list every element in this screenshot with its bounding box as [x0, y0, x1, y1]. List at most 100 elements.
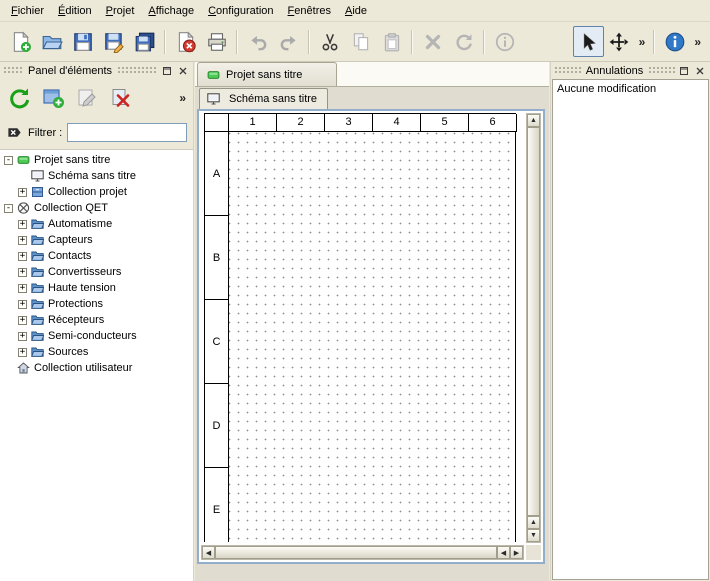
- move-mode-button[interactable]: [604, 26, 635, 57]
- vertical-scrollbar[interactable]: ▲ ▲ ▼: [526, 113, 541, 543]
- paste-icon: [381, 31, 403, 53]
- undo-history-list[interactable]: Aucune modification: [552, 79, 709, 580]
- tree-item-protections[interactable]: + Protections: [0, 296, 193, 312]
- edit-element-button[interactable]: [71, 82, 103, 114]
- scroll-down-button[interactable]: ▼: [527, 529, 540, 542]
- clear-filter-icon[interactable]: [6, 124, 23, 141]
- expand-expander-icon[interactable]: +: [18, 220, 27, 229]
- menu-edition[interactable]: Édition: [51, 2, 99, 20]
- reload-collections-button[interactable]: [3, 82, 35, 114]
- close-dock-button[interactable]: [692, 64, 707, 78]
- scroll-left-button[interactable]: ◀: [497, 546, 510, 559]
- close-dock-button[interactable]: [175, 64, 190, 78]
- save-as-button[interactable]: [98, 26, 129, 57]
- tree-item-automatisme[interactable]: + Automatisme: [0, 216, 193, 232]
- expand-expander-icon[interactable]: +: [18, 188, 27, 197]
- print-button[interactable]: [201, 26, 232, 57]
- menu-affichage[interactable]: Affichage: [141, 2, 201, 20]
- expand-expander-icon[interactable]: +: [18, 300, 27, 309]
- close-project-button[interactable]: [170, 26, 201, 57]
- info-button[interactable]: [489, 26, 520, 57]
- expand-expander-icon[interactable]: +: [18, 268, 27, 277]
- tree-item-contacts[interactable]: + Contacts: [0, 248, 193, 264]
- menu-fenetres[interactable]: Fenêtres: [281, 2, 338, 20]
- column-header: 1: [229, 114, 277, 132]
- save-icon: [72, 31, 94, 53]
- scroll-up-button[interactable]: ▲: [527, 114, 540, 127]
- scroll-up-button[interactable]: ▲: [527, 516, 540, 529]
- undo-empty-text: Aucune modification: [557, 83, 656, 95]
- qet-collection-icon: [17, 202, 30, 214]
- tree-item-sources[interactable]: + Sources: [0, 344, 193, 360]
- expand-expander-icon[interactable]: +: [18, 316, 27, 325]
- copy-button[interactable]: [345, 26, 376, 57]
- collapse-expander-icon[interactable]: -: [4, 156, 13, 165]
- new-project-button[interactable]: [5, 26, 36, 57]
- redo-button[interactable]: [273, 26, 304, 57]
- cut-button[interactable]: [314, 26, 345, 57]
- tree-item-label: Protections: [48, 298, 103, 310]
- toolbar-extension-button[interactable]: »: [690, 35, 705, 49]
- tree-item-semi-conducteurs[interactable]: + Semi-conducteurs: [0, 328, 193, 344]
- tree-item-project[interactable]: - Projet sans titre: [0, 152, 193, 168]
- new-element-button[interactable]: [37, 82, 69, 114]
- save-button[interactable]: [67, 26, 98, 57]
- rotate-button[interactable]: [448, 26, 479, 57]
- expand-expander-icon[interactable]: +: [18, 236, 27, 245]
- dock-titlebar[interactable]: Panel d'éléments: [0, 62, 193, 79]
- open-project-button[interactable]: [36, 26, 67, 57]
- horizontal-scroll-thumb[interactable]: [215, 546, 497, 559]
- delete-button[interactable]: [417, 26, 448, 57]
- collapse-expander-icon[interactable]: -: [4, 204, 13, 213]
- tree-item-haute-tension[interactable]: + Haute tension: [0, 280, 193, 296]
- horizontal-scrollbar[interactable]: ◀ ◀ ▶: [201, 545, 524, 560]
- mdi-area: Projet sans titre Schéma sans titre 1 2: [195, 62, 549, 581]
- scroll-left-button[interactable]: ◀: [202, 546, 215, 559]
- filter-input[interactable]: [67, 123, 187, 142]
- expand-expander-icon[interactable]: +: [18, 284, 27, 293]
- schema-view: 1 2 3 4 5 6 A B C D E: [197, 109, 545, 564]
- about-button[interactable]: [659, 26, 690, 57]
- float-dock-button[interactable]: [676, 64, 691, 78]
- tree-item-label: Haute tension: [48, 282, 116, 294]
- column-header: 3: [325, 114, 373, 132]
- tab-projet-sans-titre[interactable]: Projet sans titre: [197, 62, 337, 86]
- tree-item-convertisseurs[interactable]: + Convertisseurs: [0, 264, 193, 280]
- undo-button[interactable]: [242, 26, 273, 57]
- tree-item-capteurs[interactable]: + Capteurs: [0, 232, 193, 248]
- project-view: Schéma sans titre 1 2 3 4 5 6: [195, 87, 549, 581]
- dock-titlebar[interactable]: Annulations: [551, 62, 710, 79]
- menu-projet[interactable]: Projet: [99, 2, 142, 20]
- tree-item-recepteurs[interactable]: + Récepteurs: [0, 312, 193, 328]
- menu-aide[interactable]: Aide: [338, 2, 374, 20]
- elements-panel-dock: Panel d'éléments » Filtrer : - Projet sa…: [0, 62, 194, 581]
- delete-element-button[interactable]: [105, 82, 137, 114]
- toolbar-extension-button[interactable]: »: [635, 35, 650, 49]
- refresh-icon: [7, 86, 31, 110]
- vertical-scroll-thumb[interactable]: [527, 127, 540, 516]
- paste-button[interactable]: [376, 26, 407, 57]
- tree-item-label: Collection utilisateur: [34, 362, 132, 374]
- diagram-canvas[interactable]: 1 2 3 4 5 6 A B C D E: [204, 113, 516, 542]
- select-mode-button[interactable]: [573, 26, 604, 57]
- tab-schema-sans-titre[interactable]: Schéma sans titre: [199, 88, 328, 109]
- column-header: 5: [421, 114, 469, 132]
- dock-grip: [3, 66, 23, 75]
- float-dock-button[interactable]: [159, 64, 174, 78]
- panel-toolbar-extension-button[interactable]: »: [175, 91, 190, 105]
- tree-item-collection-utilisateur[interactable]: Collection utilisateur: [0, 360, 193, 376]
- tree-item-collection-projet[interactable]: + Collection projet: [0, 184, 193, 200]
- toolbar-separator: [164, 30, 166, 54]
- elements-tree[interactable]: - Projet sans titre Schéma sans titre + …: [0, 149, 193, 581]
- menu-fichier[interactable]: Fichier: [4, 2, 51, 20]
- toolbar-separator: [411, 30, 413, 54]
- menu-configuration[interactable]: Configuration: [201, 2, 280, 20]
- scroll-right-button[interactable]: ▶: [510, 546, 523, 559]
- expand-expander-icon[interactable]: +: [18, 252, 27, 261]
- expand-expander-icon[interactable]: +: [18, 348, 27, 357]
- about-icon: [664, 31, 686, 53]
- expand-expander-icon[interactable]: +: [18, 332, 27, 341]
- tree-item-schema[interactable]: Schéma sans titre: [0, 168, 193, 184]
- tree-item-collection-qet[interactable]: - Collection QET: [0, 200, 193, 216]
- save-all-button[interactable]: [129, 26, 160, 57]
